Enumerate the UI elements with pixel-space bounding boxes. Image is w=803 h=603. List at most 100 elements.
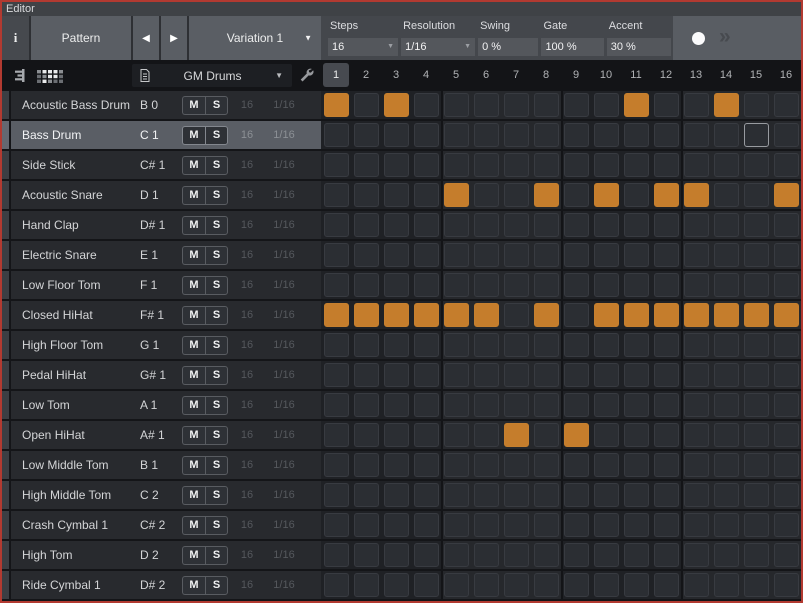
step-cell[interactable] — [741, 541, 771, 569]
row-drag-handle[interactable] — [2, 571, 9, 599]
track-label-area[interactable]: Side StickC# 1MS161/16 — [11, 151, 321, 179]
step-cell[interactable] — [591, 511, 621, 539]
step-cell[interactable] — [651, 181, 681, 209]
step-cell[interactable] — [321, 121, 351, 149]
fast-forward-icon[interactable]: » — [719, 26, 731, 50]
track-steps-value[interactable]: 16 — [232, 519, 262, 531]
step-cell[interactable] — [351, 241, 381, 269]
track-resolution-value[interactable]: 1/16 — [262, 549, 306, 561]
step-cell[interactable] — [381, 181, 411, 209]
step-cell[interactable] — [681, 211, 711, 239]
step-cell[interactable] — [711, 481, 741, 509]
step-cell[interactable] — [651, 571, 681, 599]
step-cell[interactable] — [411, 361, 441, 389]
step-cell[interactable] — [711, 301, 741, 329]
mute-button[interactable]: M — [182, 246, 205, 265]
step-cell[interactable] — [321, 481, 351, 509]
step-cell[interactable] — [531, 481, 561, 509]
step-cell[interactable] — [411, 271, 441, 299]
step-number[interactable]: 2 — [351, 60, 381, 91]
row-drag-handle[interactable] — [2, 121, 9, 149]
step-cell[interactable] — [381, 511, 411, 539]
step-cell[interactable] — [711, 121, 741, 149]
step-cell[interactable] — [561, 121, 591, 149]
step-cell[interactable] — [741, 211, 771, 239]
step-cell[interactable] — [681, 331, 711, 359]
solo-button[interactable]: S — [205, 576, 228, 595]
step-cell[interactable] — [321, 511, 351, 539]
step-cell[interactable] — [711, 361, 741, 389]
track-label-area[interactable]: Bass DrumC 1MS161/16 — [11, 121, 321, 149]
step-cell[interactable] — [591, 361, 621, 389]
track-resolution-value[interactable]: 1/16 — [262, 579, 306, 591]
step-cell[interactable] — [441, 331, 471, 359]
step-cell[interactable] — [591, 301, 621, 329]
step-cell[interactable] — [501, 151, 531, 179]
step-cell[interactable] — [471, 391, 501, 419]
step-cell[interactable] — [711, 331, 741, 359]
row-drag-handle[interactable] — [2, 391, 9, 419]
step-cell[interactable] — [471, 361, 501, 389]
step-cell[interactable] — [441, 121, 471, 149]
step-cell[interactable] — [711, 181, 741, 209]
row-drag-handle[interactable] — [2, 91, 9, 119]
step-cell[interactable] — [561, 511, 591, 539]
step-cell[interactable] — [441, 451, 471, 479]
step-cell[interactable] — [681, 121, 711, 149]
step-cell[interactable] — [771, 451, 801, 479]
step-cell[interactable] — [711, 391, 741, 419]
solo-button[interactable]: S — [205, 246, 228, 265]
row-drag-handle[interactable] — [2, 451, 9, 479]
step-cell[interactable] — [771, 481, 801, 509]
step-cell[interactable] — [711, 541, 741, 569]
step-cell[interactable] — [531, 571, 561, 599]
solo-button[interactable]: S — [205, 306, 228, 325]
step-cell[interactable] — [411, 121, 441, 149]
step-cell[interactable] — [501, 91, 531, 119]
step-cell[interactable] — [741, 241, 771, 269]
step-number[interactable]: 9 — [561, 60, 591, 91]
step-cell[interactable] — [771, 571, 801, 599]
step-cell[interactable] — [441, 511, 471, 539]
track-steps-value[interactable]: 16 — [232, 459, 262, 471]
step-cell[interactable] — [771, 211, 801, 239]
step-cell[interactable] — [681, 451, 711, 479]
step-cell[interactable] — [621, 121, 651, 149]
track-resolution-value[interactable]: 1/16 — [262, 489, 306, 501]
track-steps-value[interactable]: 16 — [232, 579, 262, 591]
step-cell[interactable] — [321, 181, 351, 209]
solo-button[interactable]: S — [205, 336, 228, 355]
step-cell[interactable] — [771, 541, 801, 569]
step-cell[interactable] — [501, 511, 531, 539]
swing-value-field[interactable]: 0 % — [478, 38, 538, 56]
step-cell[interactable] — [531, 331, 561, 359]
step-cell[interactable] — [381, 271, 411, 299]
step-cell[interactable] — [471, 121, 501, 149]
step-cell[interactable] — [591, 481, 621, 509]
row-drag-handle[interactable] — [2, 421, 9, 449]
track-steps-value[interactable]: 16 — [232, 219, 262, 231]
step-cell[interactable] — [651, 271, 681, 299]
mute-button[interactable]: M — [182, 96, 205, 115]
step-number[interactable]: 1 — [321, 60, 351, 91]
row-drag-handle[interactable] — [2, 181, 9, 209]
step-cell[interactable] — [411, 571, 441, 599]
step-cell[interactable] — [651, 511, 681, 539]
step-cell[interactable] — [501, 121, 531, 149]
step-cell[interactable] — [591, 571, 621, 599]
step-cell[interactable] — [681, 301, 711, 329]
step-number[interactable]: 8 — [531, 60, 561, 91]
step-cell[interactable] — [711, 241, 741, 269]
step-cell[interactable] — [351, 451, 381, 479]
step-cell[interactable] — [771, 271, 801, 299]
step-number[interactable]: 11 — [621, 60, 651, 91]
step-cell[interactable] — [711, 421, 741, 449]
step-cell[interactable] — [381, 241, 411, 269]
step-cell[interactable] — [621, 301, 651, 329]
step-cell[interactable] — [471, 421, 501, 449]
step-cell[interactable] — [471, 481, 501, 509]
step-cell[interactable] — [441, 91, 471, 119]
track-resolution-value[interactable]: 1/16 — [262, 279, 306, 291]
step-cell[interactable] — [321, 361, 351, 389]
step-cell[interactable] — [351, 91, 381, 119]
